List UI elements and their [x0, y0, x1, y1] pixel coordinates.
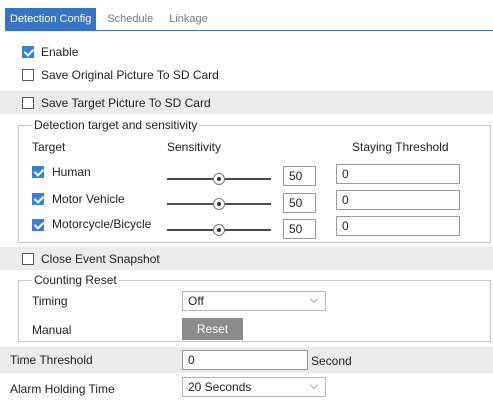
alarm-holding-select[interactable]: 20 Seconds — [182, 377, 326, 397]
save-original-label: Save Original Picture To SD Card — [41, 67, 219, 82]
alarm-holding-label: Alarm Holding Time — [10, 382, 115, 396]
col-sensitivity-header: Sensitivity — [167, 140, 222, 154]
alarm-holding-select-value: 20 Seconds — [188, 380, 252, 394]
close-snapshot-checkbox[interactable] — [22, 252, 34, 265]
save-target-checkbox[interactable] — [22, 96, 34, 109]
motor-vehicle-checkbox[interactable] — [32, 193, 44, 205]
human-sensitivity-slider[interactable] — [167, 173, 271, 185]
save-target-label: Save Target Picture To SD Card — [41, 95, 211, 110]
human-sensitivity-input[interactable]: 50 — [283, 166, 316, 186]
slider-thumb[interactable] — [213, 198, 225, 210]
motor-vehicle-label: Motor Vehicle — [52, 192, 125, 206]
close-snapshot-label: Close Event Snapshot — [41, 251, 160, 266]
save-original-row: Save Original Picture To SD Card — [0, 63, 493, 86]
motor-vehicle-sensitivity-slider[interactable] — [167, 198, 271, 210]
tab-linkage[interactable]: Linkage — [164, 8, 213, 30]
enable-checkbox[interactable] — [22, 45, 34, 58]
slider-thumb[interactable] — [213, 173, 225, 185]
human-checkbox[interactable] — [32, 166, 44, 178]
time-threshold-label: Time Threshold — [10, 353, 93, 367]
close-snapshot-row: Close Event Snapshot — [0, 247, 493, 270]
tab-divider — [5, 30, 493, 31]
counting-reset-group — [18, 280, 491, 342]
chevron-down-icon — [309, 294, 319, 304]
human-label: Human — [52, 165, 91, 179]
save-target-row: Save Target Picture To SD Card — [0, 91, 493, 114]
col-threshold-header: Staying Threshold — [352, 140, 449, 154]
motorcycle-checkbox[interactable] — [32, 219, 44, 231]
motor-vehicle-threshold-input[interactable]: 0 — [336, 190, 460, 210]
motorcycle-sensitivity-input[interactable]: 50 — [283, 219, 316, 239]
time-threshold-input[interactable]: 0 — [182, 350, 308, 370]
tab-schedule[interactable]: Schedule — [102, 8, 158, 30]
motorcycle-label: Motorcycle/Bicycle — [52, 217, 152, 231]
motorcycle-threshold-input[interactable]: 0 — [336, 216, 460, 236]
human-threshold-input[interactable]: 0 — [336, 164, 460, 184]
timing-label: Timing — [32, 294, 68, 308]
timing-select[interactable]: Off — [182, 291, 326, 311]
motorcycle-sensitivity-slider[interactable] — [167, 224, 271, 236]
detection-legend: Detection target and sensitivity — [32, 118, 200, 132]
tab-detection-config[interactable]: Detection Config — [5, 8, 97, 30]
reset-button[interactable]: Reset — [182, 318, 243, 340]
counting-reset-legend: Counting Reset — [32, 273, 119, 287]
timing-select-value: Off — [188, 294, 204, 308]
time-threshold-unit: Second — [311, 354, 352, 368]
chevron-down-icon — [309, 380, 319, 390]
tab-bar: Detection Config Schedule Linkage — [5, 8, 219, 30]
enable-label: Enable — [41, 44, 79, 59]
col-target-header: Target — [32, 140, 66, 154]
manual-label: Manual — [32, 323, 72, 337]
slider-thumb[interactable] — [213, 224, 225, 236]
save-original-checkbox[interactable] — [22, 68, 34, 81]
enable-row: Enable — [0, 40, 493, 63]
motor-vehicle-sensitivity-input[interactable]: 50 — [283, 193, 316, 213]
